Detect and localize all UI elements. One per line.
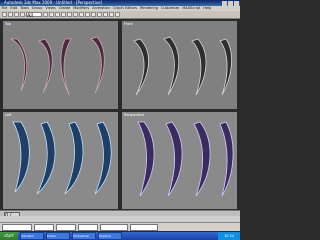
status-bar <box>0 222 240 231</box>
viewport-label[interactable]: Front <box>124 22 133 26</box>
snap-icon[interactable] <box>67 12 72 17</box>
angle-snap-icon[interactable] <box>73 12 78 17</box>
viewport-label[interactable]: Top <box>5 22 11 26</box>
prompt-field <box>2 223 32 231</box>
unlink-icon[interactable] <box>20 12 25 17</box>
maximize-button[interactable] <box>228 0 233 6</box>
scale-icon[interactable] <box>61 12 66 17</box>
align-icon[interactable] <box>85 12 90 17</box>
weapon-row-front <box>133 36 232 96</box>
window-title: Autodesk 3ds Max 2009 - Untitled - [Pers… <box>4 0 103 5</box>
weapon-row-perspective <box>137 121 234 197</box>
weapon-row-top <box>10 36 105 96</box>
main-toolbar: All <box>0 11 240 19</box>
y-coordinate-field[interactable] <box>56 223 76 231</box>
setkey-button[interactable] <box>130 223 158 231</box>
render-setup-icon[interactable] <box>109 12 114 17</box>
taskbar-item[interactable]: Explorer <box>98 232 122 240</box>
viewport-perspective[interactable]: Perspective <box>122 112 237 209</box>
material-editor-icon[interactable] <box>103 12 108 17</box>
selection-filter-dropdown[interactable]: All <box>26 12 42 19</box>
viewport-label[interactable]: Perspective <box>124 113 144 117</box>
taskbar-item[interactable]: Folder <box>46 232 70 240</box>
link-icon[interactable] <box>14 12 19 17</box>
weapon-row-left <box>12 121 112 195</box>
redo-icon[interactable] <box>8 12 13 17</box>
start-button[interactable]: start <box>0 232 18 240</box>
move-icon[interactable] <box>49 12 54 17</box>
layer-icon[interactable] <box>91 12 96 17</box>
rotate-icon[interactable] <box>55 12 60 17</box>
taskbar-item[interactable]: Photoshop <box>72 232 96 240</box>
z-coordinate-field[interactable] <box>78 223 98 231</box>
viewport-label[interactable]: Left <box>5 113 12 117</box>
mirror-icon[interactable] <box>79 12 84 17</box>
viewport-top[interactable]: Top <box>3 21 118 109</box>
render-icon[interactable] <box>115 12 120 17</box>
minimize-button[interactable] <box>222 0 227 6</box>
autokey-button[interactable] <box>100 223 128 231</box>
undo-icon[interactable] <box>2 12 7 17</box>
taskbar-item[interactable]: 3ds Max <box>20 232 44 240</box>
taskbar: start 3ds Max Folder Photoshop Explorer … <box>0 232 240 240</box>
select-icon[interactable] <box>43 12 48 17</box>
close-button[interactable] <box>234 0 239 6</box>
curve-editor-icon[interactable] <box>97 12 102 17</box>
viewport-left[interactable]: Left <box>3 112 118 209</box>
system-clock: 10:24 <box>218 232 240 240</box>
viewport-front[interactable]: Front <box>122 21 237 109</box>
x-coordinate-field[interactable] <box>34 223 54 231</box>
